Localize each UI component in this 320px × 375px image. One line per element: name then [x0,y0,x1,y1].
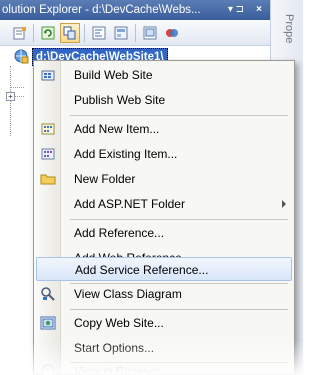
nest-files-icon [63,26,76,40]
toolbar-separator [84,24,85,42]
menu-item-label: Start Options... [74,341,155,355]
menu-item-label: Copy Web Site... [74,316,164,330]
properties-icon [13,27,26,40]
menu-item-add-service-reference[interactable]: Add Service Reference... [36,257,292,281]
folder-icon [40,171,56,187]
menu-item-label: Add Existing Item... [74,147,178,161]
window-title: olution Explorer - d:\DevCache\Webs... [2,4,201,16]
copy-web-site-icon [143,26,157,40]
menu-item-label: Build Web Site [74,68,153,82]
copy-web-site-icon [40,315,56,331]
refresh-button[interactable] [38,23,58,43]
properties-button[interactable] [10,23,30,43]
close-icon[interactable]: × [256,0,262,20]
menu-item-start-options[interactable]: Start Options... [36,336,292,360]
refresh-icon [41,26,55,40]
pin-icon[interactable]: ▾ ⊐ [228,0,244,20]
menu-item-new-folder[interactable]: New Folder [36,167,292,191]
nest-related-files-button[interactable] [60,23,80,43]
menu-item-label: Add New Item... [74,122,160,136]
context-menu: Build Web Site Publish Web Site Add New … [33,60,295,375]
menu-separator [70,309,288,310]
tree-connector-line [10,66,11,136]
menu-item-label: Publish Web Site [74,93,166,107]
menu-item-label: Add Reference... [74,226,165,240]
menu-separator [70,115,288,116]
solution-explorer-toolbar [0,20,270,46]
browser-icon [40,363,56,375]
web-site-project-icon [14,49,29,64]
toolbar-separator [33,24,34,42]
menu-item-add-reference[interactable]: Add Reference... [36,221,292,245]
toolbar-separator [135,24,136,42]
add-existing-item-icon [40,146,56,162]
menu-item-label: New Folder [74,172,136,186]
menu-item-publish-web-site[interactable]: Publish Web Site [36,88,292,112]
menu-separator [70,219,288,220]
menu-item-view-in-browser[interactable]: View in Browser [36,359,292,375]
add-new-item-icon [40,121,56,137]
tree-connector-line [10,87,24,88]
menu-item-add-new-item[interactable]: Add New Item... [36,117,292,141]
menu-item-add-asp-net-folder[interactable]: Add ASP.NET Folder [36,192,292,216]
copy-web-site-toolbar-button[interactable] [140,23,160,43]
menu-item-add-existing-item[interactable]: Add Existing Item... [36,142,292,166]
view-designer-icon [114,26,128,40]
view-designer-button[interactable] [111,23,131,43]
menu-item-view-class-diagram[interactable]: View Class Diagram [36,282,292,306]
menu-item-label: View Class Diagram [74,287,182,301]
menu-item-label: Add ASP.NET Folder [74,197,185,211]
class-diagram-icon [40,286,56,302]
menu-item-label: View in Browser [74,364,160,375]
menu-item-copy-web-site[interactable]: Copy Web Site... [36,311,292,335]
solution-explorer-title-bar: olution Explorer - d:\DevCache\Webs... ▾… [0,0,270,20]
view-code-icon [92,26,106,40]
asp-net-configuration-button[interactable] [162,23,182,43]
view-code-button[interactable] [89,23,109,43]
properties-tab-label: Prope [283,14,295,44]
asp-net-configuration-icon [166,29,178,37]
submenu-arrow-icon [282,200,286,208]
menu-item-label: Add Service Reference... [75,263,209,277]
tree-expander-icon[interactable]: + [6,92,15,101]
build-icon [40,67,56,83]
menu-item-build-web-site[interactable]: Build Web Site [36,63,292,87]
